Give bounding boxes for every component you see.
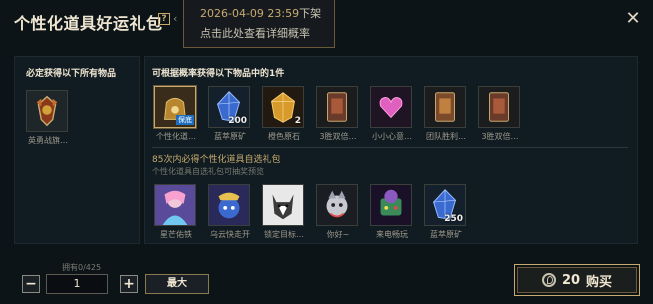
buy-button[interactable]: 20 购买 — [514, 264, 640, 296]
item-count: 2 — [294, 116, 301, 126]
buy-price: 20 — [561, 272, 581, 288]
item-name: 个性化道… — [156, 132, 196, 141]
max-button[interactable]: 最大 — [145, 274, 209, 294]
item-name: 蓝萃原矿 — [214, 132, 246, 141]
win-boost-card-icon — [317, 87, 357, 127]
owned-count: 拥有0/425 — [62, 263, 102, 272]
prob-item-orange-essence[interactable]: 2 橙色原石 — [262, 86, 306, 142]
arcade-icon — [371, 185, 411, 225]
pity-count: 85次内必得 — [152, 155, 200, 165]
heart-emote-icon — [371, 87, 411, 127]
pity-reward: 个性化道具自选礼包 — [199, 155, 281, 165]
increase-button[interactable]: + — [120, 275, 138, 293]
preview-item-husky[interactable]: 锁定目标… — [262, 184, 306, 240]
item-name: 锁定目标… — [264, 230, 304, 239]
item-name: 星芒佑铁 — [160, 230, 192, 239]
guarantee-tag: 保底 — [176, 115, 194, 125]
item-name: 你好~ — [326, 230, 350, 239]
husky-icon — [263, 185, 303, 225]
item-name: 蓝萃原矿 — [430, 230, 462, 239]
team-win-card-icon — [425, 87, 465, 127]
preview-item-star-guardian[interactable]: 星芒佑铁 — [154, 184, 198, 240]
prob-item-team-win[interactable]: 团队胜利… — [424, 86, 468, 142]
prob-item-win-boost-1[interactable]: 3胜双倍… — [316, 86, 360, 142]
guaranteed-panel — [14, 56, 140, 244]
item-name: 来电畅玩 — [376, 230, 408, 239]
expiry-time: 2026-04-09 23:59 — [200, 7, 300, 20]
item-name: 团队胜利… — [426, 132, 466, 141]
guaranteed-label: 必定获得以下所有物品 — [26, 69, 117, 79]
expiry-line: 2026-04-09 23:59下架 — [200, 5, 322, 21]
quantity-input[interactable]: 1 — [46, 274, 108, 294]
hello-emote-icon — [317, 185, 357, 225]
close-icon[interactable]: ✕ — [624, 10, 642, 28]
probability-detail-link[interactable]: 点击此处查看详细概率 — [200, 25, 318, 41]
item-name: 小小心意… — [372, 132, 412, 141]
prob-item-blue-essence[interactable]: 200 蓝萃原矿 — [208, 86, 252, 142]
probability-label: 可根据概率获得以下物品中的1件 — [152, 69, 285, 79]
item-name: 英勇战旗… — [28, 136, 68, 145]
win-boost-card-icon-2 — [479, 87, 519, 127]
banner-emblem-icon — [27, 91, 67, 131]
prob-item-heart-emote[interactable]: 小小心意… — [370, 86, 414, 142]
star-guardian-skin-icon — [155, 185, 195, 225]
preview-item-arcade[interactable]: 来电畅玩 — [370, 184, 414, 240]
item-name: 乌云快走开 — [210, 230, 250, 239]
section-divider — [152, 147, 628, 148]
expiry-suffix: 下架 — [299, 7, 322, 20]
pity-text: 85次内必得个性化道具自选礼包 — [152, 152, 280, 165]
pity-subtext: 个性化道具自选礼包可抽奖预览 — [152, 167, 264, 176]
item-name: 3胜双倍… — [481, 132, 519, 141]
preview-item-blue-essence[interactable]: 250 蓝萃原矿 — [424, 184, 468, 240]
preview-item-hello-emote[interactable]: 你好~ — [316, 184, 360, 240]
info-arrow-icon: ‹ — [173, 12, 178, 25]
prob-item-win-boost-2[interactable]: 3胜双倍… — [478, 86, 522, 142]
cloud-emote-icon — [209, 185, 249, 225]
prob-item-mystery-bag[interactable]: 保底 个性化道… — [154, 86, 198, 142]
guaranteed-item[interactable]: 英勇战旗… — [26, 90, 70, 146]
page-title: 个性化道具好运礼包 — [14, 14, 163, 33]
item-count: 200 — [228, 116, 247, 126]
item-count: 250 — [444, 214, 463, 224]
help-icon[interactable]: ? — [158, 13, 170, 25]
currency-icon — [541, 273, 556, 287]
expiry-tooltip: 2026-04-09 23:59下架 点击此处查看详细概率 — [183, 0, 335, 48]
buy-label: 购买 — [586, 274, 613, 290]
item-name: 橙色原石 — [268, 132, 300, 141]
decrease-button[interactable]: − — [22, 275, 40, 293]
preview-item-cloud-emote[interactable]: 乌云快走开 — [208, 184, 252, 240]
item-name: 3胜双倍… — [319, 132, 357, 141]
